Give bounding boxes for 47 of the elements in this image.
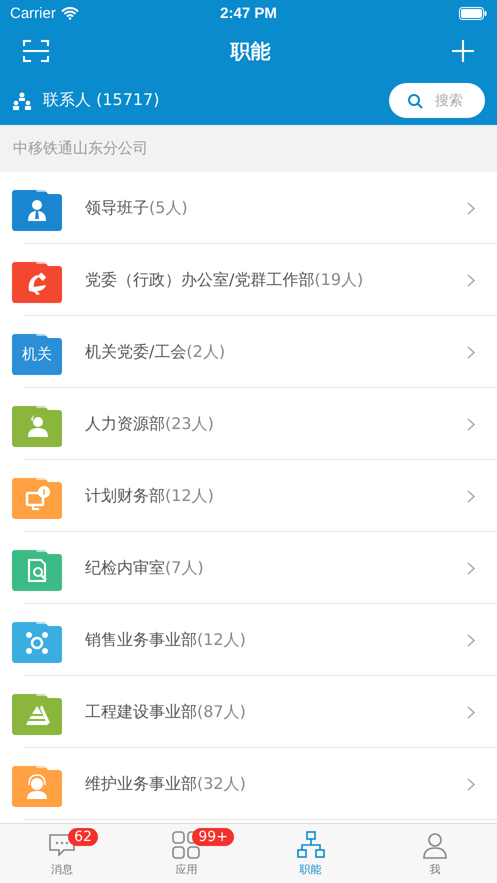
chevron-icon: [467, 274, 475, 286]
chevron-icon: [467, 778, 475, 790]
contacts-count: 联系人 (15717): [43, 90, 160, 111]
department-row[interactable]: 销售业务事业部(12人): [0, 604, 497, 676]
department-row[interactable]: 机关 机关党委/工会(2人): [0, 316, 497, 388]
search-field[interactable]: 搜索: [389, 83, 485, 118]
org-chart-icon: [11, 92, 33, 110]
department-name: 销售业务事业部(12人): [85, 630, 247, 650]
department-name: 领导班子(5人): [85, 198, 189, 218]
department-name: 维护业务事业部(32人): [85, 774, 247, 794]
chevron-icon: [467, 346, 475, 358]
scan-icon[interactable]: [22, 38, 50, 64]
chevron-icon: [467, 634, 475, 646]
department-row[interactable]: 党委（行政）办公室/党群工作部(19人): [0, 244, 497, 316]
chevron-icon: [467, 490, 475, 502]
search-icon: [407, 93, 423, 109]
department-name: 计划财务部(12人): [85, 486, 215, 506]
chevron-icon: [467, 202, 475, 214]
tab-item[interactable]: 应用 99+: [124, 824, 248, 883]
page-title: 职能: [230, 38, 270, 64]
org-chart-icon: [296, 830, 326, 860]
chevron-icon: [467, 562, 475, 574]
count-badge: 99+: [192, 828, 234, 846]
battery-icon: [459, 6, 488, 20]
department-row[interactable]: 纪检内审室(7人): [0, 532, 497, 604]
department-row[interactable]: 计划财务部(12人): [0, 460, 497, 532]
company-name: 中移铁通山东分公司: [13, 139, 148, 158]
department-row[interactable]: 领导班子(5人): [0, 172, 497, 244]
tab-item[interactable]: 消息 62: [0, 824, 124, 883]
department-name: 人力资源部(23人): [85, 414, 215, 434]
chevron-icon: [467, 706, 475, 718]
department-name: 机关党委/工会(2人): [85, 342, 226, 362]
folder-label: 机关: [21, 344, 53, 364]
clock-time: 2:47 PM: [220, 4, 277, 22]
department-row[interactable]: 工程建设事业部(87人): [0, 676, 497, 748]
tab-item[interactable]: 我: [372, 824, 497, 883]
department-name: 工程建设事业部(87人): [85, 702, 247, 722]
department-name: 党委（行政）办公室/党群工作部(19人): [85, 270, 364, 290]
tab-item[interactable]: 职能: [248, 824, 373, 883]
wifi-icon: [60, 6, 79, 20]
department-row[interactable]: 维护业务事业部(32人): [0, 748, 497, 820]
add-icon[interactable]: [451, 39, 475, 63]
department-name: 纪检内审室(7人): [85, 558, 205, 578]
chevron-icon: [467, 418, 475, 430]
carrier-label: Carrier: [10, 4, 56, 22]
department-row[interactable]: 人力资源部(23人): [0, 388, 497, 460]
count-badge: 62: [68, 828, 98, 846]
